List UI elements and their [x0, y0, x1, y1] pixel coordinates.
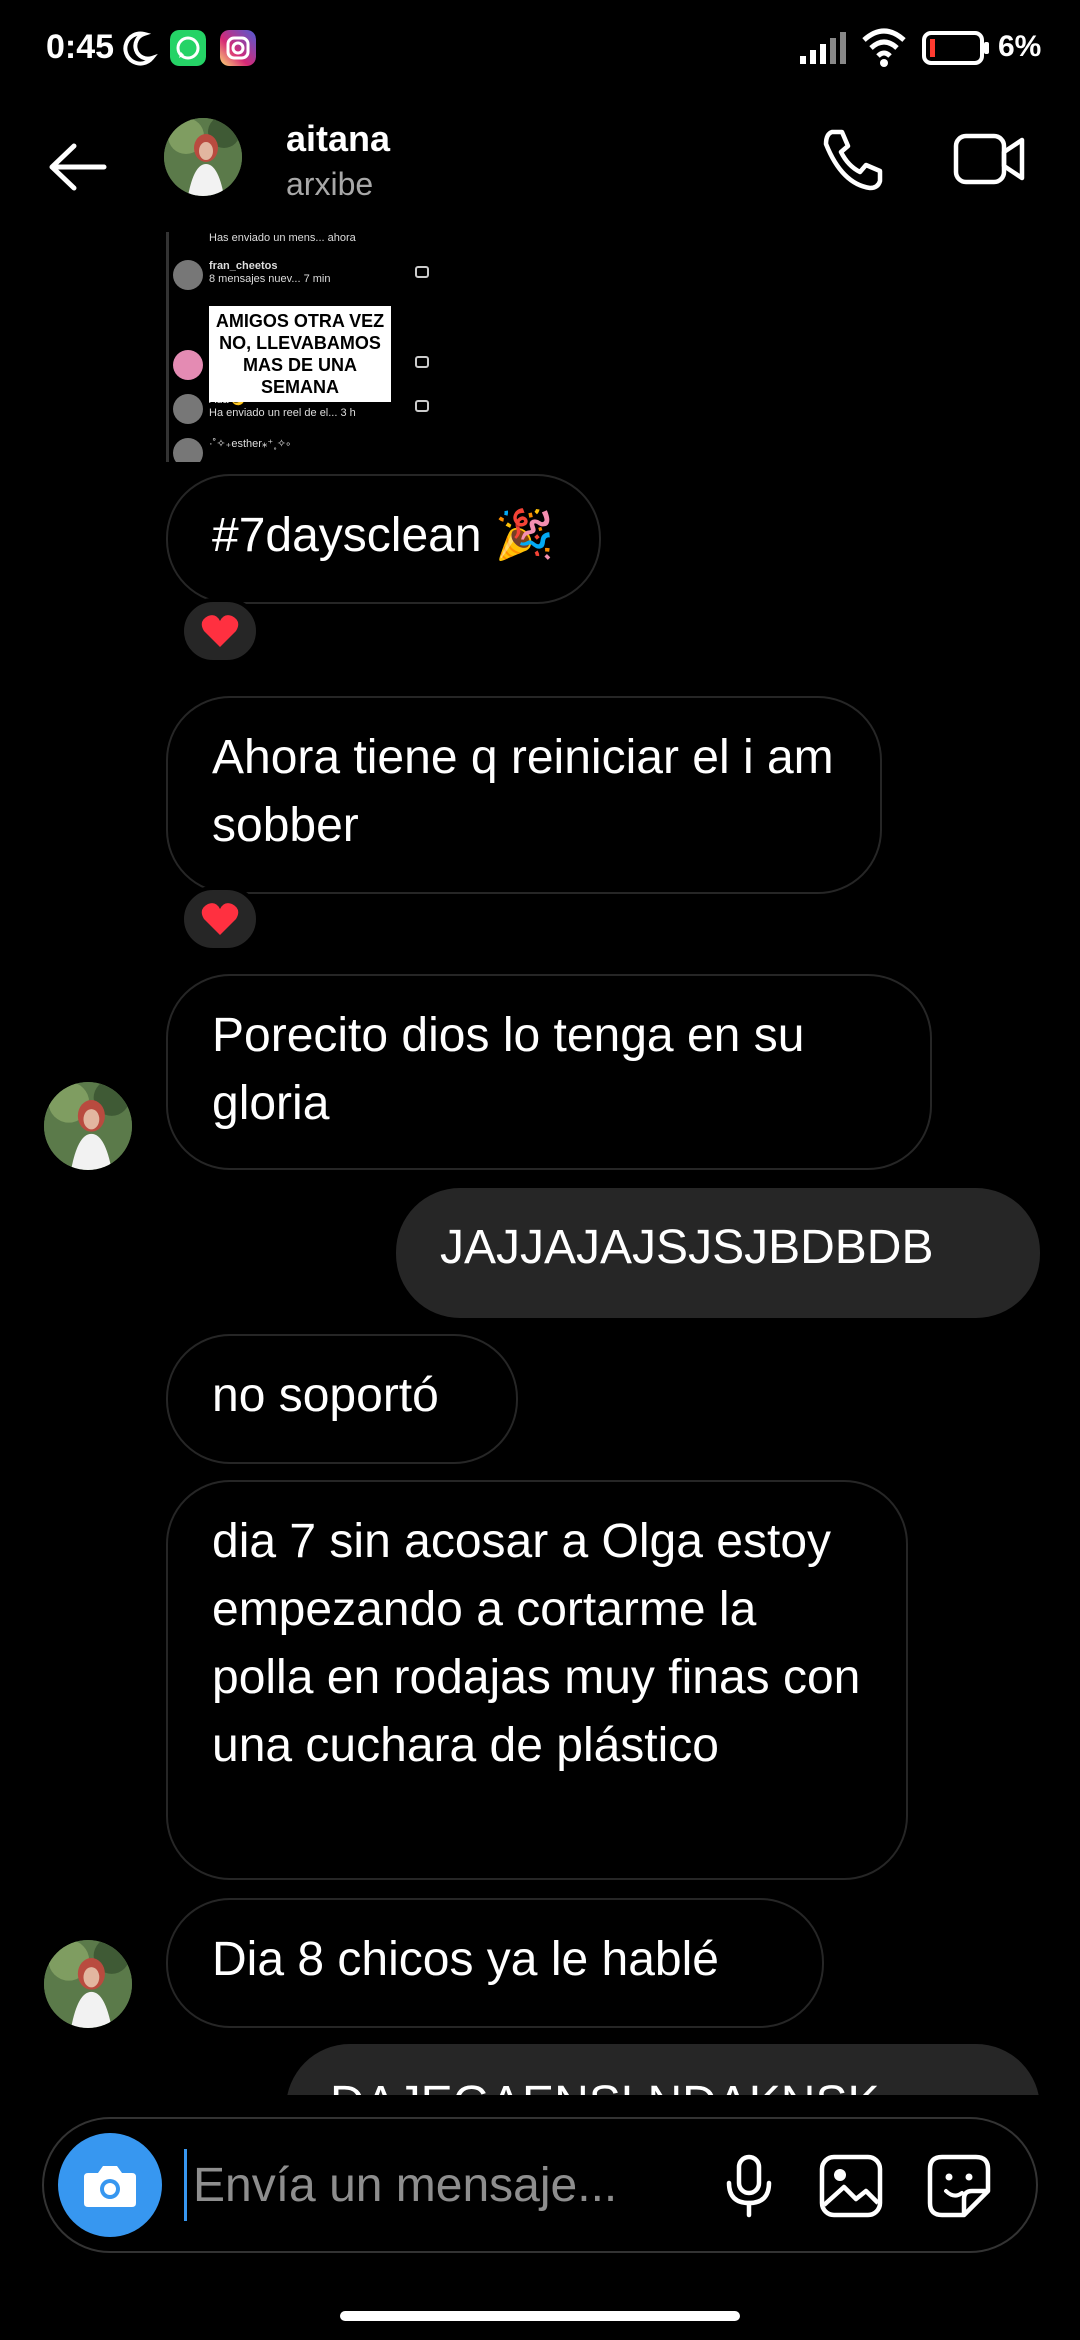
- message-bubble-incoming[interactable]: Porecito dios lo tenga en su gloria: [166, 974, 932, 1170]
- message-bubble-outgoing[interactable]: DAJEGAENSLNDAKNSK: [286, 2044, 1040, 2095]
- camera-icon: [415, 400, 429, 412]
- message-bubble-incoming[interactable]: Dia 8 chicos ya le hablé: [166, 1898, 824, 2028]
- post-row: ·˚✧₊esther⁎⁺˳✧༚: [173, 438, 429, 462]
- camera-icon: [415, 356, 429, 368]
- camera-icon: [415, 266, 429, 278]
- message-text: Porecito dios lo tenga en su gloria: [212, 1009, 805, 1130]
- message-text: Dia 8 chicos ya le hablé: [212, 1933, 719, 1986]
- post-avatar: [173, 260, 203, 290]
- post-avatar: [173, 350, 203, 380]
- message-text: no soportó: [212, 1369, 439, 1422]
- sender-avatar[interactable]: [44, 1940, 132, 2028]
- post-avatar: [173, 438, 203, 462]
- message-text: JAJJAJAJSJSJBDBDB: [440, 1221, 934, 1274]
- message-bubble-incoming[interactable]: dia 7 sin acosar a Olga estoy empezando …: [166, 1480, 908, 1880]
- sticker-icon[interactable]: [922, 2149, 996, 2223]
- message-bubble-incoming[interactable]: no soportó: [166, 1334, 518, 1464]
- message-list[interactable]: Has enviado un mens... ahora fran_cheeto…: [0, 0, 1080, 2095]
- message-text: DAJEGAENSLNDAKNSK: [330, 2077, 880, 2095]
- home-indicator[interactable]: [340, 2311, 740, 2321]
- message-bubble-incoming[interactable]: Ahora tiene q reiniciar el i am sobber: [166, 696, 882, 894]
- heart-reaction[interactable]: [180, 886, 260, 952]
- message-text: dia 7 sin acosar a Olga estoy empezando …: [212, 1515, 861, 1772]
- post-avatar: [173, 394, 203, 424]
- shared-story-screenshot[interactable]: Has enviado un mens... ahora fran_cheeto…: [166, 232, 431, 462]
- message-input[interactable]: [184, 2149, 713, 2221]
- gallery-icon[interactable]: [814, 2149, 888, 2223]
- message-bubble-incoming[interactable]: #7daysclean 🎉: [166, 474, 601, 604]
- post-row: fran_cheetos 8 mensajes nuev... 7 min: [173, 260, 429, 294]
- camera-button[interactable]: [58, 2133, 162, 2237]
- heart-icon: [201, 903, 239, 935]
- microphone-icon[interactable]: [712, 2149, 786, 2223]
- heart-icon: [201, 615, 239, 647]
- message-text: Ahora tiene q reiniciar el i am sobber: [212, 731, 834, 852]
- heart-reaction[interactable]: [180, 598, 260, 664]
- camera-icon: [84, 2166, 136, 2207]
- message-bubble-outgoing[interactable]: JAJJAJAJSJSJBDBDB: [396, 1188, 1040, 1318]
- message-text: #7daysclean 🎉: [212, 509, 555, 562]
- sender-avatar[interactable]: [44, 1082, 132, 1170]
- message-composer: [42, 2117, 1038, 2253]
- story-text-overlay: AMIGOS OTRA VEZ NO, LLEVABAMOS MAS DE UN…: [209, 306, 391, 402]
